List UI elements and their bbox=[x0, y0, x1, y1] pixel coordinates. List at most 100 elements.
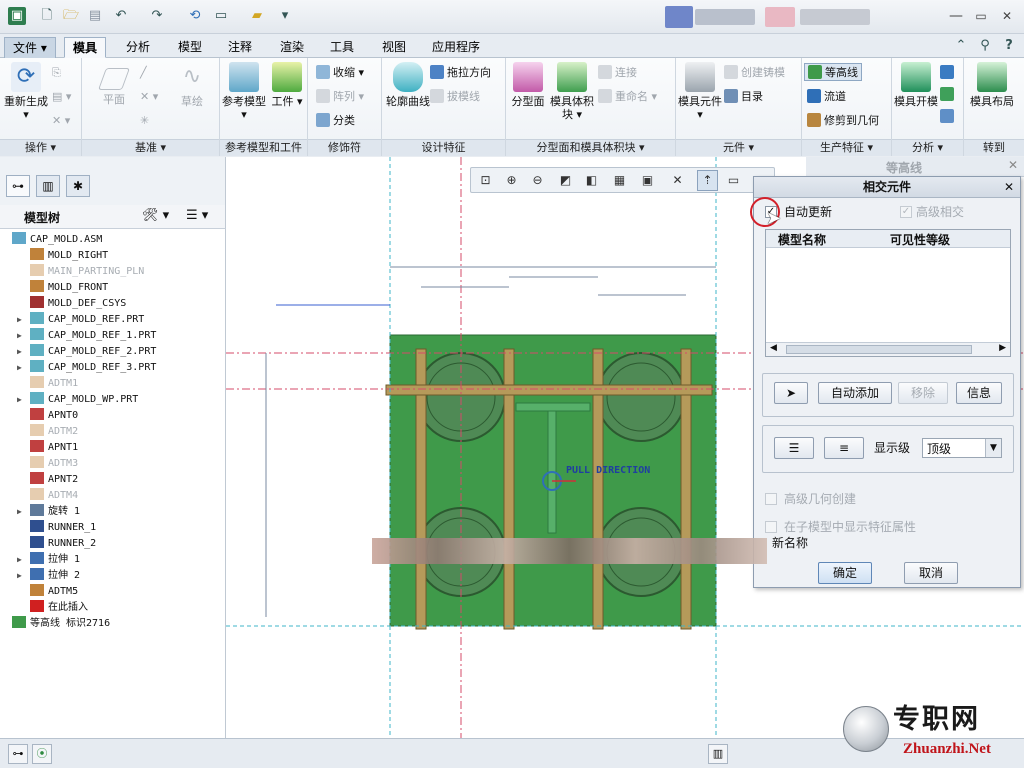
tree-item[interactable]: ▶ CAP_MOLD_REF.PRT bbox=[17, 312, 144, 328]
pattern-button[interactable]: 阵列 ▾ bbox=[316, 88, 364, 106]
runner-button[interactable]: 流道 bbox=[807, 88, 846, 106]
folder-icon[interactable]: ▰ bbox=[248, 7, 266, 25]
column-model-name[interactable]: 模型名称 bbox=[778, 231, 826, 248]
tree-item[interactable]: ▶ 旋转 1 bbox=[17, 504, 80, 520]
tree-item[interactable]: MOLD_RIGHT bbox=[30, 248, 108, 264]
sprue-channel[interactable] bbox=[547, 402, 557, 534]
group-label[interactable]: 基准 ▾ bbox=[82, 139, 219, 156]
trim-to-geometry-button[interactable]: 修剪到几何 bbox=[807, 112, 879, 130]
tree-item[interactable]: ▶ CAP_MOLD_WP.PRT bbox=[17, 392, 138, 408]
tab-file[interactable]: 文件 ▾ bbox=[4, 37, 56, 58]
redo-icon[interactable]: ↷ bbox=[148, 7, 166, 25]
directory-button[interactable]: 目录 bbox=[724, 88, 763, 106]
reference-model-button[interactable]: 参考模型 ▾ bbox=[222, 62, 266, 121]
expand-icon[interactable]: ▶ bbox=[17, 504, 22, 520]
group-label[interactable]: 元件 ▾ bbox=[676, 139, 801, 156]
annotation-display-icon[interactable]: ⇡ bbox=[697, 170, 718, 191]
expand-icon[interactable]: ▶ bbox=[17, 360, 22, 376]
close-icon[interactable]: ✕ bbox=[1004, 177, 1014, 197]
csys-icon[interactable]: ✳ bbox=[140, 112, 149, 130]
mold-volume-button[interactable]: 模具体积块 ▾ bbox=[548, 62, 596, 121]
tree-toggle-icon[interactable]: ⊶ bbox=[8, 744, 28, 764]
tree-item[interactable]: ▶ 拉伸 2 bbox=[17, 568, 80, 584]
mold-layout-button[interactable]: 模具布局 bbox=[970, 62, 1014, 108]
contour-button[interactable]: 等高线 bbox=[804, 63, 862, 81]
new-icon[interactable]: 🗋 bbox=[38, 7, 56, 25]
plane-button[interactable]: 平面 bbox=[92, 62, 136, 106]
auto-add-button[interactable]: 自动添加 bbox=[818, 382, 892, 404]
auto-update-label[interactable]: 自动更新 bbox=[784, 204, 832, 220]
copy-icon[interactable]: ⎘ bbox=[52, 64, 61, 82]
expand-icon[interactable]: ▶ bbox=[17, 392, 22, 408]
tree-item[interactable]: MOLD_FRONT bbox=[30, 280, 108, 296]
scroll-thumb[interactable] bbox=[786, 345, 972, 354]
analysis-icon-2[interactable] bbox=[940, 86, 957, 104]
expand-icon[interactable]: ▶ bbox=[17, 568, 22, 584]
model-tree-tab-icon[interactable]: ⊶ bbox=[6, 175, 30, 197]
scroll-left-icon[interactable]: ◀ bbox=[770, 343, 777, 353]
runner-horizontal[interactable] bbox=[385, 384, 713, 396]
group-label[interactable]: 操作 ▾ bbox=[0, 139, 81, 156]
tree-settings-icon[interactable]: 🛠 ▾ bbox=[142, 208, 169, 223]
repaint-icon[interactable]: ◩ bbox=[555, 170, 576, 191]
filter-icon[interactable]: ▥ bbox=[708, 744, 728, 764]
classify-button[interactable]: 分类 bbox=[316, 112, 355, 130]
tree-item[interactable]: ADTM5 bbox=[30, 584, 78, 600]
window-icon[interactable]: ▭ bbox=[212, 7, 230, 25]
create-casting-button[interactable]: 创建铸模 bbox=[724, 64, 785, 82]
undo-icon[interactable]: ↶ bbox=[112, 7, 130, 25]
display-tree-button[interactable]: ≡ bbox=[824, 437, 864, 459]
ok-button[interactable]: 确定 bbox=[818, 562, 872, 584]
more-icon[interactable]: ▾ bbox=[276, 7, 294, 25]
collapse-ribbon-icon[interactable]: ⌃ bbox=[952, 37, 970, 55]
scroll-right-icon[interactable]: ▶ bbox=[999, 343, 1006, 353]
tab-tools[interactable]: 工具 bbox=[322, 37, 362, 58]
folder-browser-tab-icon[interactable]: ▥ bbox=[36, 175, 60, 197]
tree-item[interactable]: ▶ CAP_MOLD_REF_1.PRT bbox=[17, 328, 156, 344]
tree-item[interactable]: CAP_MOLD.ASM bbox=[12, 232, 102, 248]
parting-surface-button[interactable]: 分型面 bbox=[508, 62, 548, 108]
tree-item[interactable]: ADTM2 bbox=[30, 424, 78, 440]
tab-model[interactable]: 模型 bbox=[170, 37, 210, 58]
connect-button[interactable]: 连接 bbox=[598, 64, 637, 82]
group-label[interactable]: 分析 ▾ bbox=[892, 139, 963, 156]
shrink-button[interactable]: 收缩 ▾ bbox=[316, 64, 364, 82]
axis-icon[interactable]: ╱ bbox=[140, 64, 147, 82]
favorites-tab-icon[interactable]: ✱ bbox=[66, 175, 90, 197]
tree-item[interactable]: RUNNER_2 bbox=[30, 536, 96, 552]
tree-item[interactable]: ADTM3 bbox=[30, 456, 78, 472]
chevron-down-icon[interactable]: ▼ bbox=[985, 439, 1001, 457]
column-visibility-level[interactable]: 可见性等级 bbox=[890, 231, 950, 248]
group-label[interactable]: 分型面和模具体积块 ▾ bbox=[506, 139, 675, 156]
tree-item[interactable]: APNT1 bbox=[30, 440, 78, 456]
expand-icon[interactable]: ▶ bbox=[17, 328, 22, 344]
save-icon[interactable]: ▤ bbox=[86, 7, 104, 25]
drag-direction-button[interactable]: 拖拉方向 bbox=[430, 64, 491, 82]
open-icon[interactable]: 🗁 bbox=[62, 7, 80, 25]
mold-open-button[interactable]: 模具开模 bbox=[894, 62, 938, 108]
advanced-geometry-checkbox[interactable] bbox=[765, 493, 777, 505]
tab-applications[interactable]: 应用程序 bbox=[424, 37, 488, 58]
close-button[interactable]: ✕ bbox=[996, 7, 1018, 25]
remove-button[interactable]: 移除 bbox=[898, 382, 948, 404]
tree-item[interactable]: ADTM4 bbox=[30, 488, 78, 504]
refit-icon[interactable]: ⊡ bbox=[475, 170, 496, 191]
tree-item[interactable]: ▶ CAP_MOLD_REF_3.PRT bbox=[17, 360, 156, 376]
help-icon[interactable]: ? bbox=[1000, 37, 1018, 55]
spin-center-icon[interactable]: ▭ bbox=[723, 170, 744, 191]
tree-item[interactable]: 在此插入 bbox=[30, 600, 88, 616]
show-feature-attr-checkbox[interactable] bbox=[765, 521, 777, 533]
search-icon[interactable]: ⚲ bbox=[976, 37, 994, 55]
rename-button[interactable]: 重命名 ▾ bbox=[598, 88, 657, 106]
delete-icon[interactable]: ✕ ▾ bbox=[52, 112, 70, 130]
tab-render[interactable]: 渲染 bbox=[272, 37, 312, 58]
tree-item[interactable]: RUNNER_1 bbox=[30, 520, 96, 536]
view-manager-icon[interactable]: ▣ bbox=[637, 170, 658, 191]
expand-icon[interactable]: ▶ bbox=[17, 312, 22, 328]
silhouette-curve-button[interactable]: 轮廓曲线 bbox=[386, 62, 430, 108]
advanced-intersect-checkbox[interactable]: ✓ bbox=[900, 206, 912, 218]
tree-item[interactable]: MAIN_PARTING_PLN bbox=[30, 264, 144, 280]
tree-item[interactable]: ▶ CAP_MOLD_REF_2.PRT bbox=[17, 344, 156, 360]
point-icon[interactable]: ✕ ▾ bbox=[140, 88, 158, 106]
expand-icon[interactable]: ▶ bbox=[17, 344, 22, 360]
